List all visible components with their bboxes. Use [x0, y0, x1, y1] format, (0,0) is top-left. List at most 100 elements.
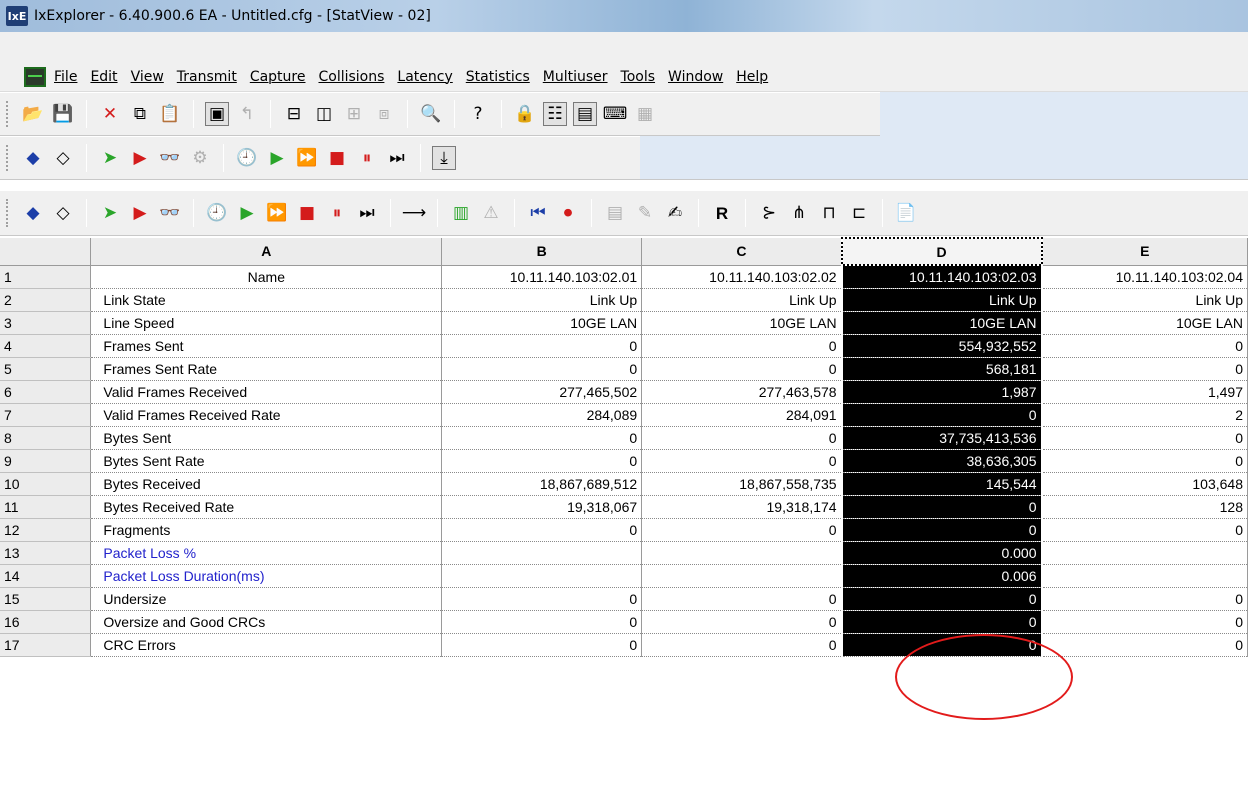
save-icon[interactable]: 💾 [51, 102, 75, 126]
split-vertical-icon[interactable]: ◫ [312, 102, 336, 126]
stat-name-cell[interactable]: Oversize and Good CRCs [90, 610, 443, 634]
port-view-icon[interactable]: ▣ [205, 102, 229, 126]
menu-window[interactable]: Window [668, 69, 723, 85]
port-d-cell[interactable]: 0 [840, 403, 1043, 427]
stat-name-cell[interactable]: Bytes Sent [90, 426, 443, 450]
arrow-right-icon[interactable]: ⟶ [402, 201, 426, 225]
port-d-cell[interactable]: 0 [840, 633, 1043, 657]
port-e-cell[interactable]: 128 [1041, 495, 1248, 519]
copy-icon[interactable]: ⧉ [128, 102, 152, 126]
delete-icon[interactable]: ✕ [98, 102, 122, 126]
port-e-cell[interactable]: 0 [1041, 633, 1248, 657]
port-c-cell[interactable]: 284,091 [641, 403, 843, 427]
table-row[interactable]: 10 Bytes Received 18,867,689,512 18,867,558… [0, 472, 1248, 496]
row-number[interactable]: 11 [0, 495, 92, 519]
port-c-cell[interactable]: 0 [641, 633, 843, 657]
detail-view-icon[interactable]: ▤ [573, 102, 597, 126]
port-b-cell[interactable]: 0 [441, 610, 643, 634]
start-transmit-icon[interactable]: ➤ [98, 146, 122, 170]
rewind-icon[interactable]: ⏮ [526, 201, 550, 225]
fast-forward-icon[interactable]: ⏩ [265, 201, 289, 225]
row-number[interactable]: 6 [0, 380, 92, 404]
column-header-d[interactable]: D [840, 237, 1043, 266]
port-d-cell[interactable]: 0 [840, 518, 1043, 542]
table-row[interactable]: 9 Bytes Sent Rate 0 0 38,636,305 0 [0, 449, 1248, 473]
port-c-cell[interactable]: 19,318,174 [641, 495, 843, 519]
analyze-icon[interactable]: ⚙ [188, 146, 212, 170]
port-d-cell[interactable]: 0 [840, 610, 1043, 634]
row-number[interactable]: 12 [0, 518, 92, 542]
clock-icon[interactable]: 🕘 [205, 201, 229, 225]
row-number[interactable]: 14 [0, 564, 92, 588]
download-icon[interactable]: ⤓ [432, 146, 456, 170]
view-capture-icon[interactable]: 👓 [158, 201, 182, 225]
stat-name-cell[interactable]: Frames Sent Rate [90, 357, 443, 381]
port-c-cell[interactable] [641, 564, 843, 588]
port-e-cell[interactable]: 10.11.140.103:02.04 [1041, 265, 1248, 289]
link-icon[interactable]: ⊱ [757, 201, 781, 225]
lock-icon[interactable]: 🔒 [513, 102, 537, 126]
table-row[interactable]: 3 Line Speed 10GE LAN 10GE LAN 10GE LAN 10GE … [0, 311, 1248, 335]
column-header-b[interactable]: B [441, 238, 643, 266]
port-e-cell[interactable]: 103,648 [1041, 472, 1248, 496]
record-icon[interactable]: ⏺ [556, 201, 580, 225]
port-c-cell[interactable]: 0 [641, 357, 843, 381]
port-b-cell[interactable]: 18,867,689,512 [441, 472, 643, 496]
menu-view[interactable]: View [131, 69, 164, 85]
table-row[interactable]: 16 Oversize and Good CRCs 0 0 0 0 [0, 610, 1248, 634]
port-b-cell[interactable]: 0 [441, 587, 643, 611]
port-c-cell[interactable]: 0 [641, 334, 843, 358]
columns-icon[interactable]: ▥ [449, 201, 473, 225]
row-number[interactable]: 7 [0, 403, 92, 427]
table-row[interactable]: 6 Valid Frames Received 277,465,502 277,463… [0, 380, 1248, 404]
properties-page-icon[interactable]: 📄 [894, 201, 918, 225]
port-d-cell[interactable]: 38,636,305 [840, 449, 1043, 473]
view-capture-icon[interactable]: 👓 [158, 146, 182, 170]
row-number[interactable]: 10 [0, 472, 92, 496]
stat-name-cell[interactable]: Fragments [90, 518, 443, 542]
table-row[interactable]: 17 CRC Errors 0 0 0 0 [0, 633, 1248, 657]
port-e-cell[interactable]: 0 [1041, 587, 1248, 611]
hierarchy-icon[interactable]: ⊓ [817, 201, 841, 225]
stat-name-cell[interactable]: Bytes Received Rate [90, 495, 443, 519]
menu-statistics[interactable]: Statistics [466, 69, 530, 85]
table-row[interactable]: 12 Fragments 0 0 0 0 [0, 518, 1248, 542]
port-b-cell[interactable]: 0 [441, 334, 643, 358]
port-e-cell[interactable]: 0 [1041, 357, 1248, 381]
stat-name-cell[interactable]: Valid Frames Received Rate [90, 403, 443, 427]
row-number[interactable]: 2 [0, 288, 92, 312]
stop-icon[interactable]: ■ [325, 146, 349, 170]
row-number[interactable]: 5 [0, 357, 92, 381]
column-header-e[interactable]: E [1041, 238, 1248, 266]
table-row[interactable]: 1 Name 10.11.140.103:02.01 10.11.140.103:02… [0, 265, 1248, 289]
start-capture-icon[interactable]: ▶ [128, 201, 152, 225]
port-b-cell[interactable]: 0 [441, 518, 643, 542]
row-number[interactable]: 9 [0, 449, 92, 473]
menu-edit[interactable]: Edit [90, 69, 117, 85]
table-row[interactable]: 8 Bytes Sent 0 0 37,735,413,536 0 [0, 426, 1248, 450]
stat-name-cell[interactable]: Packet Loss % [90, 541, 443, 565]
edit-icon[interactable]: ✎ [633, 201, 657, 225]
edit-properties-icon[interactable]: ✍ [663, 201, 687, 225]
fast-forward-icon[interactable]: ⏩ [295, 146, 319, 170]
port-e-cell[interactable]: 0 [1041, 518, 1248, 542]
port-c-cell[interactable]: 18,867,558,735 [641, 472, 843, 496]
table-row[interactable]: 14 Packet Loss Duration(ms) 0.006 [0, 564, 1248, 588]
stat-name-cell[interactable]: Bytes Received [90, 472, 443, 496]
row-number[interactable]: 16 [0, 610, 92, 634]
ixr-icon[interactable]: ▦ [633, 102, 657, 126]
table-row[interactable]: 11 Bytes Received Rate 19,318,067 19,318,17… [0, 495, 1248, 519]
step-icon[interactable]: ⏭ [355, 201, 379, 225]
port-b-cell[interactable]: 10GE LAN [441, 311, 643, 335]
clear-icon[interactable]: ◇ [51, 201, 75, 225]
toolbar-grip[interactable] [6, 101, 10, 127]
table-row[interactable]: 4 Frames Sent 0 0 554,932,552 0 [0, 334, 1248, 358]
stat-name-cell[interactable]: CRC Errors [90, 633, 443, 657]
port-b-cell[interactable]: 0 [441, 357, 643, 381]
up-level-icon[interactable]: ↰ [235, 102, 259, 126]
row-number[interactable]: 17 [0, 633, 92, 657]
port-e-cell[interactable]: 2 [1041, 403, 1248, 427]
stat-name-cell[interactable]: Valid Frames Received [90, 380, 443, 404]
stat-name-cell[interactable]: Frames Sent [90, 334, 443, 358]
port-d-cell[interactable]: 0 [840, 587, 1043, 611]
